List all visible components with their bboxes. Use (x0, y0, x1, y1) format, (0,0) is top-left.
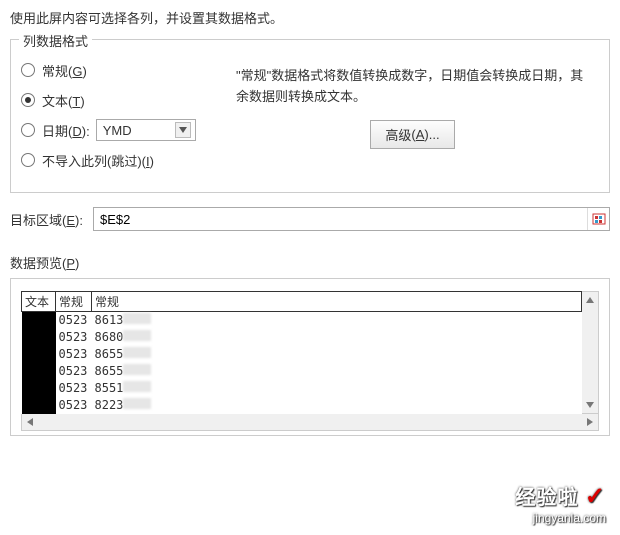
date-format-select[interactable]: YMD (96, 119, 196, 141)
instruction-text: 使用此屏内容可选择各列，并设置其数据格式。 (10, 8, 610, 27)
table-cell[interactable]: 0523 (56, 312, 92, 329)
scroll-right-icon[interactable] (582, 414, 598, 430)
column-format-legend: 列数据格式 (19, 31, 92, 50)
table-row: 0523 8551 (22, 380, 582, 397)
horizontal-scrollbar[interactable] (21, 414, 599, 431)
table-row: 0523 8680 (22, 329, 582, 346)
table-cell[interactable] (22, 329, 56, 346)
chevron-down-icon (175, 122, 191, 138)
table-cell[interactable]: 0523 (56, 380, 92, 397)
radio-text-indicator (21, 93, 35, 107)
radio-skip-indicator (21, 153, 35, 167)
table-cell[interactable]: 8551 (92, 380, 582, 397)
table-row: 0523 8613 (22, 312, 582, 329)
table-cell[interactable]: 0523 (56, 363, 92, 380)
table-cell[interactable] (22, 380, 56, 397)
table-cell[interactable]: 0523 (56, 346, 92, 363)
scroll-up-icon[interactable] (582, 292, 598, 308)
table-header[interactable]: 常规 (92, 292, 582, 312)
table-row: 0523 8655 (22, 346, 582, 363)
radio-general[interactable]: 常规(G) (21, 58, 236, 82)
table-cell[interactable]: 8655 (92, 363, 582, 380)
radio-general-label: 常规(G) (42, 61, 87, 80)
format-description: "常规"数据格式将数值转换成数字，日期值会转换成日期，其余数据则转换成文本。 (236, 66, 589, 108)
scroll-down-icon[interactable] (582, 397, 598, 413)
advanced-button[interactable]: 高级(A)... (370, 120, 454, 149)
range-picker-icon[interactable] (587, 208, 609, 230)
scroll-track[interactable] (582, 308, 598, 397)
radio-skip[interactable]: 不导入此列(跳过)(I) (21, 148, 236, 172)
table-row: 0523 8655 (22, 363, 582, 380)
scroll-track[interactable] (38, 414, 582, 430)
preview-box: 文本 常规 常规 0523 8613 0523 8680 (10, 278, 610, 436)
target-label: 目标区域(E): (10, 210, 83, 229)
table-header[interactable]: 常规 (56, 292, 92, 312)
radio-text-label: 文本(T) (42, 91, 85, 110)
preview-label: 数据预览(P) (10, 253, 610, 272)
radio-date-indicator (21, 123, 35, 137)
watermark: 经验啦 ✓ jingyanla.com (515, 481, 606, 525)
radio-date-label: 日期(D): (42, 121, 90, 140)
table-cell[interactable] (22, 346, 56, 363)
table-cell[interactable] (22, 312, 56, 329)
table-cell[interactable]: 8680 (92, 329, 582, 346)
table-cell[interactable]: 0523 (56, 329, 92, 346)
radio-skip-label: 不导入此列(跳过)(I) (42, 151, 154, 170)
table-header-row: 文本 常规 常规 (22, 292, 582, 312)
radio-date[interactable]: 日期(D): YMD (21, 118, 236, 142)
table-cell[interactable] (22, 363, 56, 380)
vertical-scrollbar[interactable] (582, 291, 599, 414)
scroll-left-icon[interactable] (22, 414, 38, 430)
table-cell[interactable]: 0523 (56, 397, 92, 414)
date-format-value: YMD (103, 123, 132, 138)
table-cell[interactable]: 8613 (92, 312, 582, 329)
preview-table[interactable]: 文本 常规 常规 0523 8613 0523 8680 (21, 291, 582, 414)
column-format-group: 列数据格式 常规(G) 文本(T) 日期(D): YMD (10, 39, 610, 193)
table-cell[interactable]: 8223 (92, 397, 582, 414)
target-range-input[interactable] (94, 208, 587, 230)
table-header[interactable]: 文本 (22, 292, 56, 312)
table-cell[interactable]: 8655 (92, 346, 582, 363)
radio-general-indicator (21, 63, 35, 77)
table-row: 0523 8223 (22, 397, 582, 414)
radio-text[interactable]: 文本(T) (21, 88, 236, 112)
table-cell[interactable] (22, 397, 56, 414)
